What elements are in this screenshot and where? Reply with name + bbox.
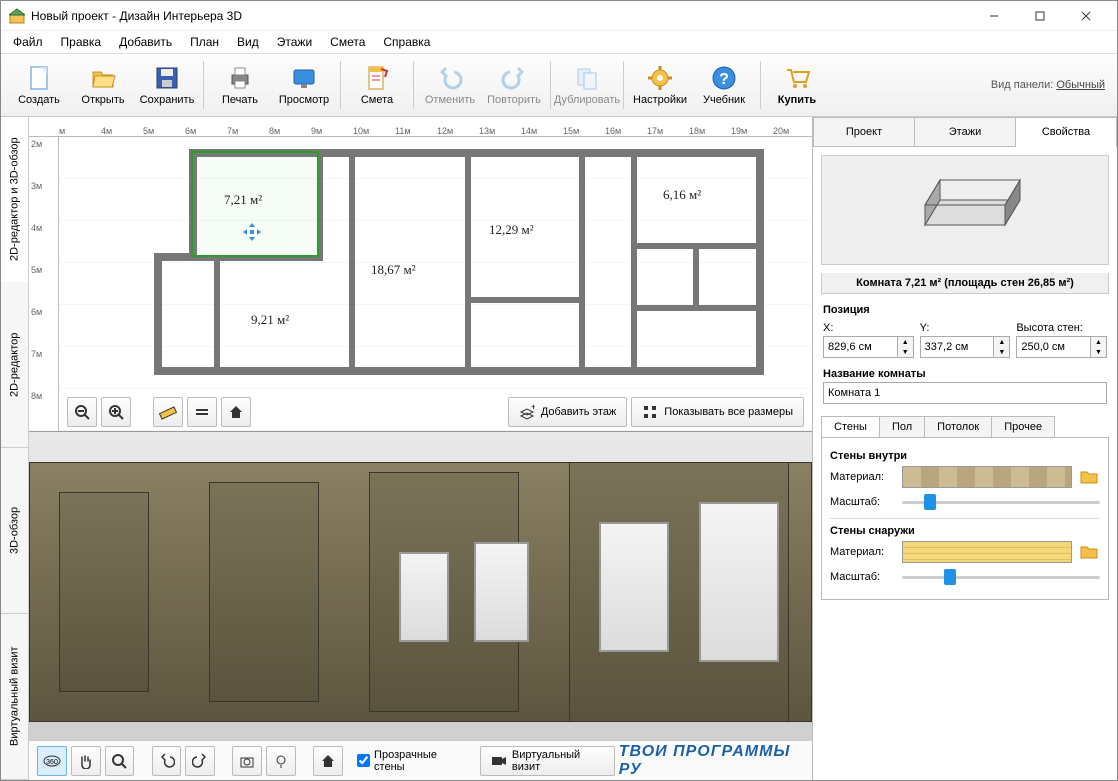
zoom-out-button[interactable] [67,397,97,427]
window-title: Новый проект - Дизайн Интерьера 3D [31,9,971,23]
material-in-swatch[interactable] [902,466,1072,488]
left-tabs: 2D-редактор и 3D-обзор 2D-редактор 3D-об… [1,117,29,780]
toolbar-3d: 360 Прозрачные стены Виртуальный визит Т… [29,740,812,780]
y-label: Y: [920,322,1011,334]
menu-floors[interactable]: Этажи [269,33,320,51]
rtab-properties[interactable]: Свойства [1016,117,1117,147]
right-panel: Проект Этажи Свойства Комната 7,21 м² (п… [812,117,1117,780]
open-button[interactable]: Открыть [71,57,135,113]
scale-in-slider[interactable] [902,492,1100,512]
scale-out-label: Масштаб: [830,571,896,583]
y-input[interactable]: ▲▼ [920,336,1011,358]
vtab-2d-3d[interactable]: 2D-редактор и 3D-обзор [1,117,28,282]
app-icon [9,8,25,24]
ruler-horizontal: м4м5м6м7м8м9м10м11м12м13м14м15м16м17м18м… [29,117,812,137]
tool-360-button[interactable]: 360 [37,746,67,776]
menu-file[interactable]: Файл [5,33,51,51]
view-3d[interactable] [29,432,812,740]
tutorial-button[interactable]: ?Учебник [692,57,756,113]
menubar: Файл Правка Добавить План Вид Этажи Смет… [1,31,1117,53]
settings-button[interactable]: Настройки [628,57,692,113]
tool-pan-button[interactable] [71,746,101,776]
subtab-walls[interactable]: Стены [821,416,880,438]
vtab-virtual[interactable]: Виртуальный визит [1,614,28,780]
floorplan-canvas[interactable]: 7,21 м² 6,16 м² 12,29 м² 18,67 м² 9,21 м… [59,137,812,431]
walls-inside-label: Стены внутри [830,450,1100,462]
material-in-browse[interactable] [1078,467,1100,487]
tool-redo-cam-button[interactable] [185,746,215,776]
material-out-label: Материал: [830,546,896,558]
toolbar-2d: +Добавить этаж Показывать все размеры [67,397,804,427]
vtab-2d[interactable]: 2D-редактор [1,282,28,448]
move-handle-icon[interactable] [243,223,261,241]
scale-in-label: Масштаб: [830,496,896,508]
room-area-4: 18,67 м² [371,262,416,278]
duplicate-button[interactable]: Дублировать [555,57,619,113]
preview-button[interactable]: Просмотр [272,57,336,113]
material-in-label: Материал: [830,471,896,483]
panel-mode-label: Вид панели: Обычный [991,79,1111,91]
ruler-vertical: 2м3м4м5м6м7м8м [29,137,59,431]
walls-outside-label: Стены снаружи [830,525,1100,537]
rtab-floors[interactable]: Этажи [915,117,1016,147]
subtab-other[interactable]: Прочее [992,416,1055,438]
tool-home-button[interactable] [313,746,343,776]
transparent-walls-checkbox[interactable]: Прозрачные стены [357,749,462,773]
x-input[interactable]: ▲▼ [823,336,914,358]
add-floor-button[interactable]: +Добавить этаж [508,397,627,427]
position-label: Позиция [813,302,1117,318]
menu-add[interactable]: Добавить [111,33,180,51]
room-area-3: 12,29 м² [489,222,534,238]
vtab-3d[interactable]: 3D-обзор [1,448,28,614]
rtab-project[interactable]: Проект [813,117,915,147]
menu-help[interactable]: Справка [375,33,438,51]
panel-mode-link[interactable]: Обычный [1056,79,1105,91]
estimate-button[interactable]: Смета [345,57,409,113]
toolbar: Создать Открыть Сохранить Печать Просмот… [1,53,1117,117]
room-title: Комната 7,21 м² (площадь стен 26,85 м²) [821,273,1109,294]
tool-undo-cam-button[interactable] [152,746,182,776]
redo-button[interactable]: Повторить [482,57,546,113]
roomname-label: Название комнаты [813,366,1117,382]
subtab-ceiling[interactable]: Потолок [925,416,992,438]
subtab-floor[interactable]: Пол [880,416,925,438]
titlebar: Новый проект - Дизайн Интерьера 3D [1,1,1117,31]
svg-text:360: 360 [46,759,58,766]
buy-button[interactable]: Купить [765,57,829,113]
x-label: X: [823,322,914,334]
print-button[interactable]: Печать [208,57,272,113]
snap-button[interactable] [187,397,217,427]
height-label: Высота стен: [1016,322,1107,334]
tool-snapshot-button[interactable] [232,746,262,776]
create-button[interactable]: Создать [7,57,71,113]
room-area-1: 7,21 м² [224,192,262,208]
watermark: ТВОИ ПРОГРАММЫ РУ [619,743,804,779]
room-area-2: 6,16 м² [663,187,701,203]
show-dimensions-button[interactable]: Показывать все размеры [631,397,804,427]
scale-out-slider[interactable] [902,567,1100,587]
material-out-browse[interactable] [1078,542,1100,562]
menu-plan[interactable]: План [182,33,227,51]
svg-text:+: + [531,404,535,412]
zoom-in-button[interactable] [101,397,131,427]
svg-text:?: ? [719,71,729,88]
room-3d-preview [821,155,1109,265]
tool-lighting-button[interactable] [266,746,296,776]
roomname-input[interactable] [823,382,1107,404]
menu-estimate[interactable]: Смета [322,33,373,51]
menu-view[interactable]: Вид [229,33,267,51]
height-input[interactable]: ▲▼ [1016,336,1107,358]
ruler-button[interactable] [153,397,183,427]
close-button[interactable] [1063,1,1109,31]
room-area-5: 9,21 м² [251,312,289,328]
material-out-swatch[interactable] [902,541,1072,563]
minimize-button[interactable] [971,1,1017,31]
tool-zoom-button[interactable] [105,746,135,776]
virtual-visit-button[interactable]: Виртуальный визит [480,746,615,776]
undo-button[interactable]: Отменить [418,57,482,113]
save-button[interactable]: Сохранить [135,57,199,113]
maximize-button[interactable] [1017,1,1063,31]
menu-edit[interactable]: Правка [53,33,110,51]
home-view-button[interactable] [221,397,251,427]
